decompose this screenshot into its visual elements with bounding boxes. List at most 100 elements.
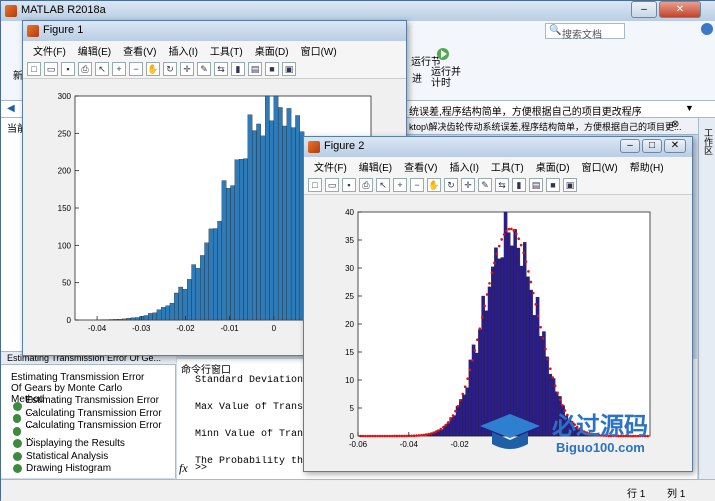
figure-2-menu-item-0[interactable]: 文件(F)	[308, 157, 353, 175]
rotate-icon[interactable]: ↻	[444, 178, 458, 192]
figure-1-menu-item-6[interactable]: 窗口(W)	[295, 41, 343, 59]
pan-icon[interactable]: ✋	[146, 62, 160, 76]
maximize-button[interactable]: □	[642, 139, 662, 153]
link-icon[interactable]: ⇆	[495, 178, 509, 192]
pointer-icon[interactable]: ↖	[95, 62, 109, 76]
new-figure-icon[interactable]: □	[27, 62, 41, 76]
workspace-tab[interactable]: 工作区	[702, 128, 715, 155]
chart-2-fit-point	[374, 435, 377, 438]
link-icon[interactable]: ⇆	[214, 62, 228, 76]
hide-tools-icon[interactable]: ■	[265, 62, 279, 76]
help-icon[interactable]	[701, 23, 713, 35]
figure-1-menu-item-0[interactable]: 文件(F)	[27, 41, 72, 59]
data-cursor-icon[interactable]: ✛	[461, 178, 475, 192]
workspace-collapsed-panel[interactable]: 工作区	[698, 118, 715, 479]
print-icon[interactable]: ⎙	[78, 62, 92, 76]
chart-2-fit-point	[413, 434, 416, 437]
back-icon[interactable]: ◀	[7, 103, 15, 114]
new-figure-icon[interactable]: □	[308, 178, 322, 192]
dock-icon[interactable]: ▣	[563, 178, 577, 192]
chart-1-bar	[252, 131, 256, 320]
chart-1-x-tick-label: 0	[272, 324, 277, 333]
chart-1-bar	[205, 243, 209, 320]
zoom-in-icon[interactable]: +	[393, 178, 407, 192]
run-timer-button[interactable]: 运行并 计时	[431, 67, 461, 89]
chart-2-fit-point	[367, 435, 370, 438]
chart-2-fit-point	[420, 434, 423, 437]
figure-2-menu-item-2[interactable]: 查看(V)	[398, 157, 443, 175]
chart-1-bar	[170, 303, 174, 320]
chart-2-fit-point	[539, 326, 542, 329]
figure-icon	[308, 141, 320, 153]
save-icon[interactable]: ▪	[342, 178, 356, 192]
close-button[interactable]: ✕	[664, 139, 686, 153]
chart-1-y-tick-label: 200	[58, 167, 72, 176]
print-icon[interactable]: ⎙	[359, 178, 373, 192]
open-icon[interactable]: ▭	[325, 178, 339, 192]
section-list-item[interactable]: Statistical Analysis	[13, 450, 163, 463]
legend-icon[interactable]: ▤	[529, 178, 543, 192]
figure-1-menu-item-3[interactable]: 插入(I)	[162, 41, 203, 59]
rotate-icon[interactable]: ↻	[163, 62, 177, 76]
figure-1-menu-item-2[interactable]: 查看(V)	[117, 41, 162, 59]
minimize-button[interactable]: –	[620, 139, 640, 153]
pan-icon[interactable]: ✋	[427, 178, 441, 192]
watermark-logo: 必过源码 Biguo100.com	[470, 404, 670, 464]
brush-icon[interactable]: ✎	[197, 62, 211, 76]
chart-2-fit-point	[537, 315, 540, 318]
matlab-title-bar: MATLAB R2018a – ✕	[1, 1, 715, 21]
command-prompt[interactable]: >>	[195, 463, 207, 474]
chart-1-bar	[127, 318, 131, 320]
run-timer-icon[interactable]	[436, 45, 450, 63]
brush-icon[interactable]: ✎	[478, 178, 492, 192]
chart-2-fit-point	[527, 270, 530, 273]
figure-2-menu-item-5[interactable]: 桌面(D)	[530, 157, 576, 175]
open-icon[interactable]: ▭	[44, 62, 58, 76]
data-cursor-icon[interactable]: ✛	[180, 62, 194, 76]
chart-2-fit-point	[471, 359, 474, 362]
section-list-item[interactable]: Calculating Transmission Error ...	[13, 425, 163, 438]
figure-2-menu-item-3[interactable]: 插入(I)	[443, 157, 484, 175]
chart-2-fit-point	[486, 293, 489, 296]
figure-1-menu-item-5[interactable]: 桌面(D)	[249, 41, 295, 59]
zoom-in-icon[interactable]: +	[112, 62, 126, 76]
chevron-down-icon[interactable]: ▼	[685, 103, 694, 113]
dock-icon[interactable]: ▣	[282, 62, 296, 76]
chart-1-bar	[231, 186, 235, 320]
chart-2-fit-point	[449, 418, 452, 421]
figure-2-menu-item-4[interactable]: 工具(T)	[485, 157, 530, 175]
search-input[interactable]: 🔍 搜索文档	[545, 23, 625, 39]
close-icon[interactable]: ⊗	[671, 119, 679, 130]
chart-2-bar	[440, 430, 443, 436]
search-placeholder: 搜索文档	[562, 26, 602, 41]
minimize-button[interactable]: –	[631, 1, 657, 18]
zoom-out-icon[interactable]: −	[129, 62, 143, 76]
close-button[interactable]: ✕	[659, 1, 701, 18]
figure-1-menu-item-1[interactable]: 编辑(E)	[72, 41, 117, 59]
chart-2-fit-point	[362, 435, 365, 438]
legend-icon[interactable]: ▤	[248, 62, 262, 76]
chart-2-fit-point	[510, 228, 513, 231]
chart-2-x-tick-label: -0.06	[349, 440, 368, 449]
zoom-out-icon[interactable]: −	[410, 178, 424, 192]
colorbar-icon[interactable]: ▮	[512, 178, 526, 192]
figure-1-menu-item-4[interactable]: 工具(T)	[204, 41, 249, 59]
save-icon[interactable]: ▪	[61, 62, 75, 76]
chart-1-bar	[274, 96, 278, 320]
chart-1-bar	[192, 265, 196, 320]
pointer-icon[interactable]: ↖	[376, 178, 390, 192]
colorbar-icon[interactable]: ▮	[231, 62, 245, 76]
chart-2-fit-point	[544, 348, 547, 351]
figure-2-menu-item-7[interactable]: 帮助(H)	[624, 157, 670, 175]
chart-2-fit-point	[508, 228, 511, 231]
section-list-item[interactable]: Drawing Histogram	[13, 463, 163, 476]
figure-2-menu-item-6[interactable]: 窗口(W)	[576, 157, 624, 175]
hide-tools-icon[interactable]: ■	[546, 178, 560, 192]
chart-1-bar	[109, 319, 113, 320]
chart-2-fit-point	[447, 421, 450, 424]
chart-1-bar	[122, 319, 126, 320]
chart-2-y-tick-label: 25	[345, 292, 354, 301]
chart-2-y-tick-label: 15	[345, 348, 354, 357]
chart-1-y-tick-label: 250	[58, 129, 72, 138]
figure-2-menu-item-1[interactable]: 编辑(E)	[353, 157, 398, 175]
